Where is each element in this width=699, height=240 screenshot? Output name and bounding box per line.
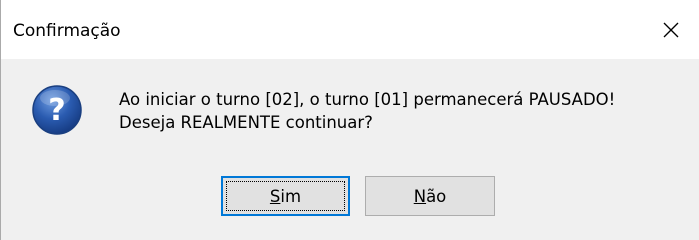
message-line-2: Deseja REALMENTE continuar? — [119, 113, 373, 132]
yes-button-label: Sim — [269, 186, 302, 206]
yes-button[interactable]: Sim — [221, 176, 350, 216]
svg-text:?: ? — [48, 93, 65, 128]
confirmation-dialog: Confirmação ? Ao iniciar o turno [02], o… — [0, 0, 699, 240]
close-button[interactable] — [653, 14, 689, 46]
close-icon — [663, 22, 679, 38]
dialog-body: ? Ao iniciar o turno [02], o turno [01] … — [1, 59, 699, 240]
dialog-title: Confirmação — [13, 21, 121, 41]
message-line-1: Ao iniciar o turno [02], o turno [01] pe… — [119, 90, 616, 109]
dialog-message: Ao iniciar o turno [02], o turno [01] pe… — [119, 88, 615, 134]
no-button[interactable]: Não — [365, 176, 495, 216]
title-bar[interactable]: Confirmação — [1, 0, 699, 59]
no-button-label: Não — [413, 186, 447, 206]
question-icon: ? — [32, 85, 82, 135]
